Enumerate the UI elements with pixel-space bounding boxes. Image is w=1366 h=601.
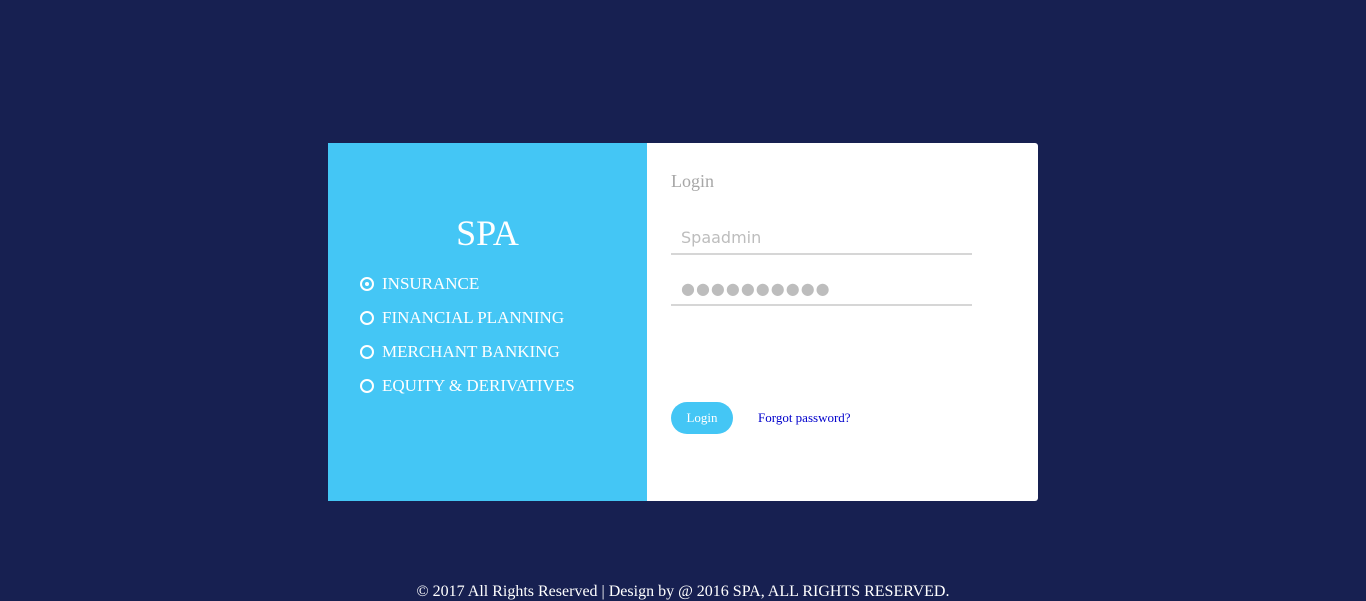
service-label: EQUITY & DERIVATIVES	[382, 376, 575, 395]
footer-copyright: © 2017 All Rights Reserved | Design by @…	[416, 583, 950, 600]
radio-unchecked-icon[interactable]	[360, 345, 374, 359]
login-title: Login	[671, 171, 714, 191]
service-item-merchant-banking[interactable]: MERCHANT BANKING	[360, 335, 575, 369]
username-input[interactable]	[671, 221, 972, 255]
login-button[interactable]: Login	[671, 402, 733, 434]
radio-checked-icon[interactable]	[360, 277, 374, 291]
service-label: INSURANCE	[382, 274, 480, 293]
forgot-password-link[interactable]: Forgot password?	[758, 410, 851, 426]
login-card: SPA INSURANCE FINANCIAL PLANNING MERCHAN…	[328, 143, 1038, 501]
brand-panel: SPA INSURANCE FINANCIAL PLANNING MERCHAN…	[328, 143, 647, 501]
service-item-equity-derivatives[interactable]: EQUITY & DERIVATIVES	[360, 369, 575, 403]
brand-logo: SPA	[456, 213, 519, 253]
service-item-financial-planning[interactable]: FINANCIAL PLANNING	[360, 301, 575, 335]
login-page: SPA INSURANCE FINANCIAL PLANNING MERCHAN…	[0, 0, 1366, 601]
password-input[interactable]	[671, 272, 972, 306]
service-label: FINANCIAL PLANNING	[382, 308, 565, 327]
service-label: MERCHANT BANKING	[382, 342, 560, 361]
service-item-insurance[interactable]: INSURANCE	[360, 267, 575, 301]
radio-unchecked-icon[interactable]	[360, 311, 374, 325]
login-panel: Login Login Forgot password?	[647, 143, 1038, 501]
radio-unchecked-icon[interactable]	[360, 379, 374, 393]
service-list: INSURANCE FINANCIAL PLANNING MERCHANT BA…	[360, 267, 575, 403]
